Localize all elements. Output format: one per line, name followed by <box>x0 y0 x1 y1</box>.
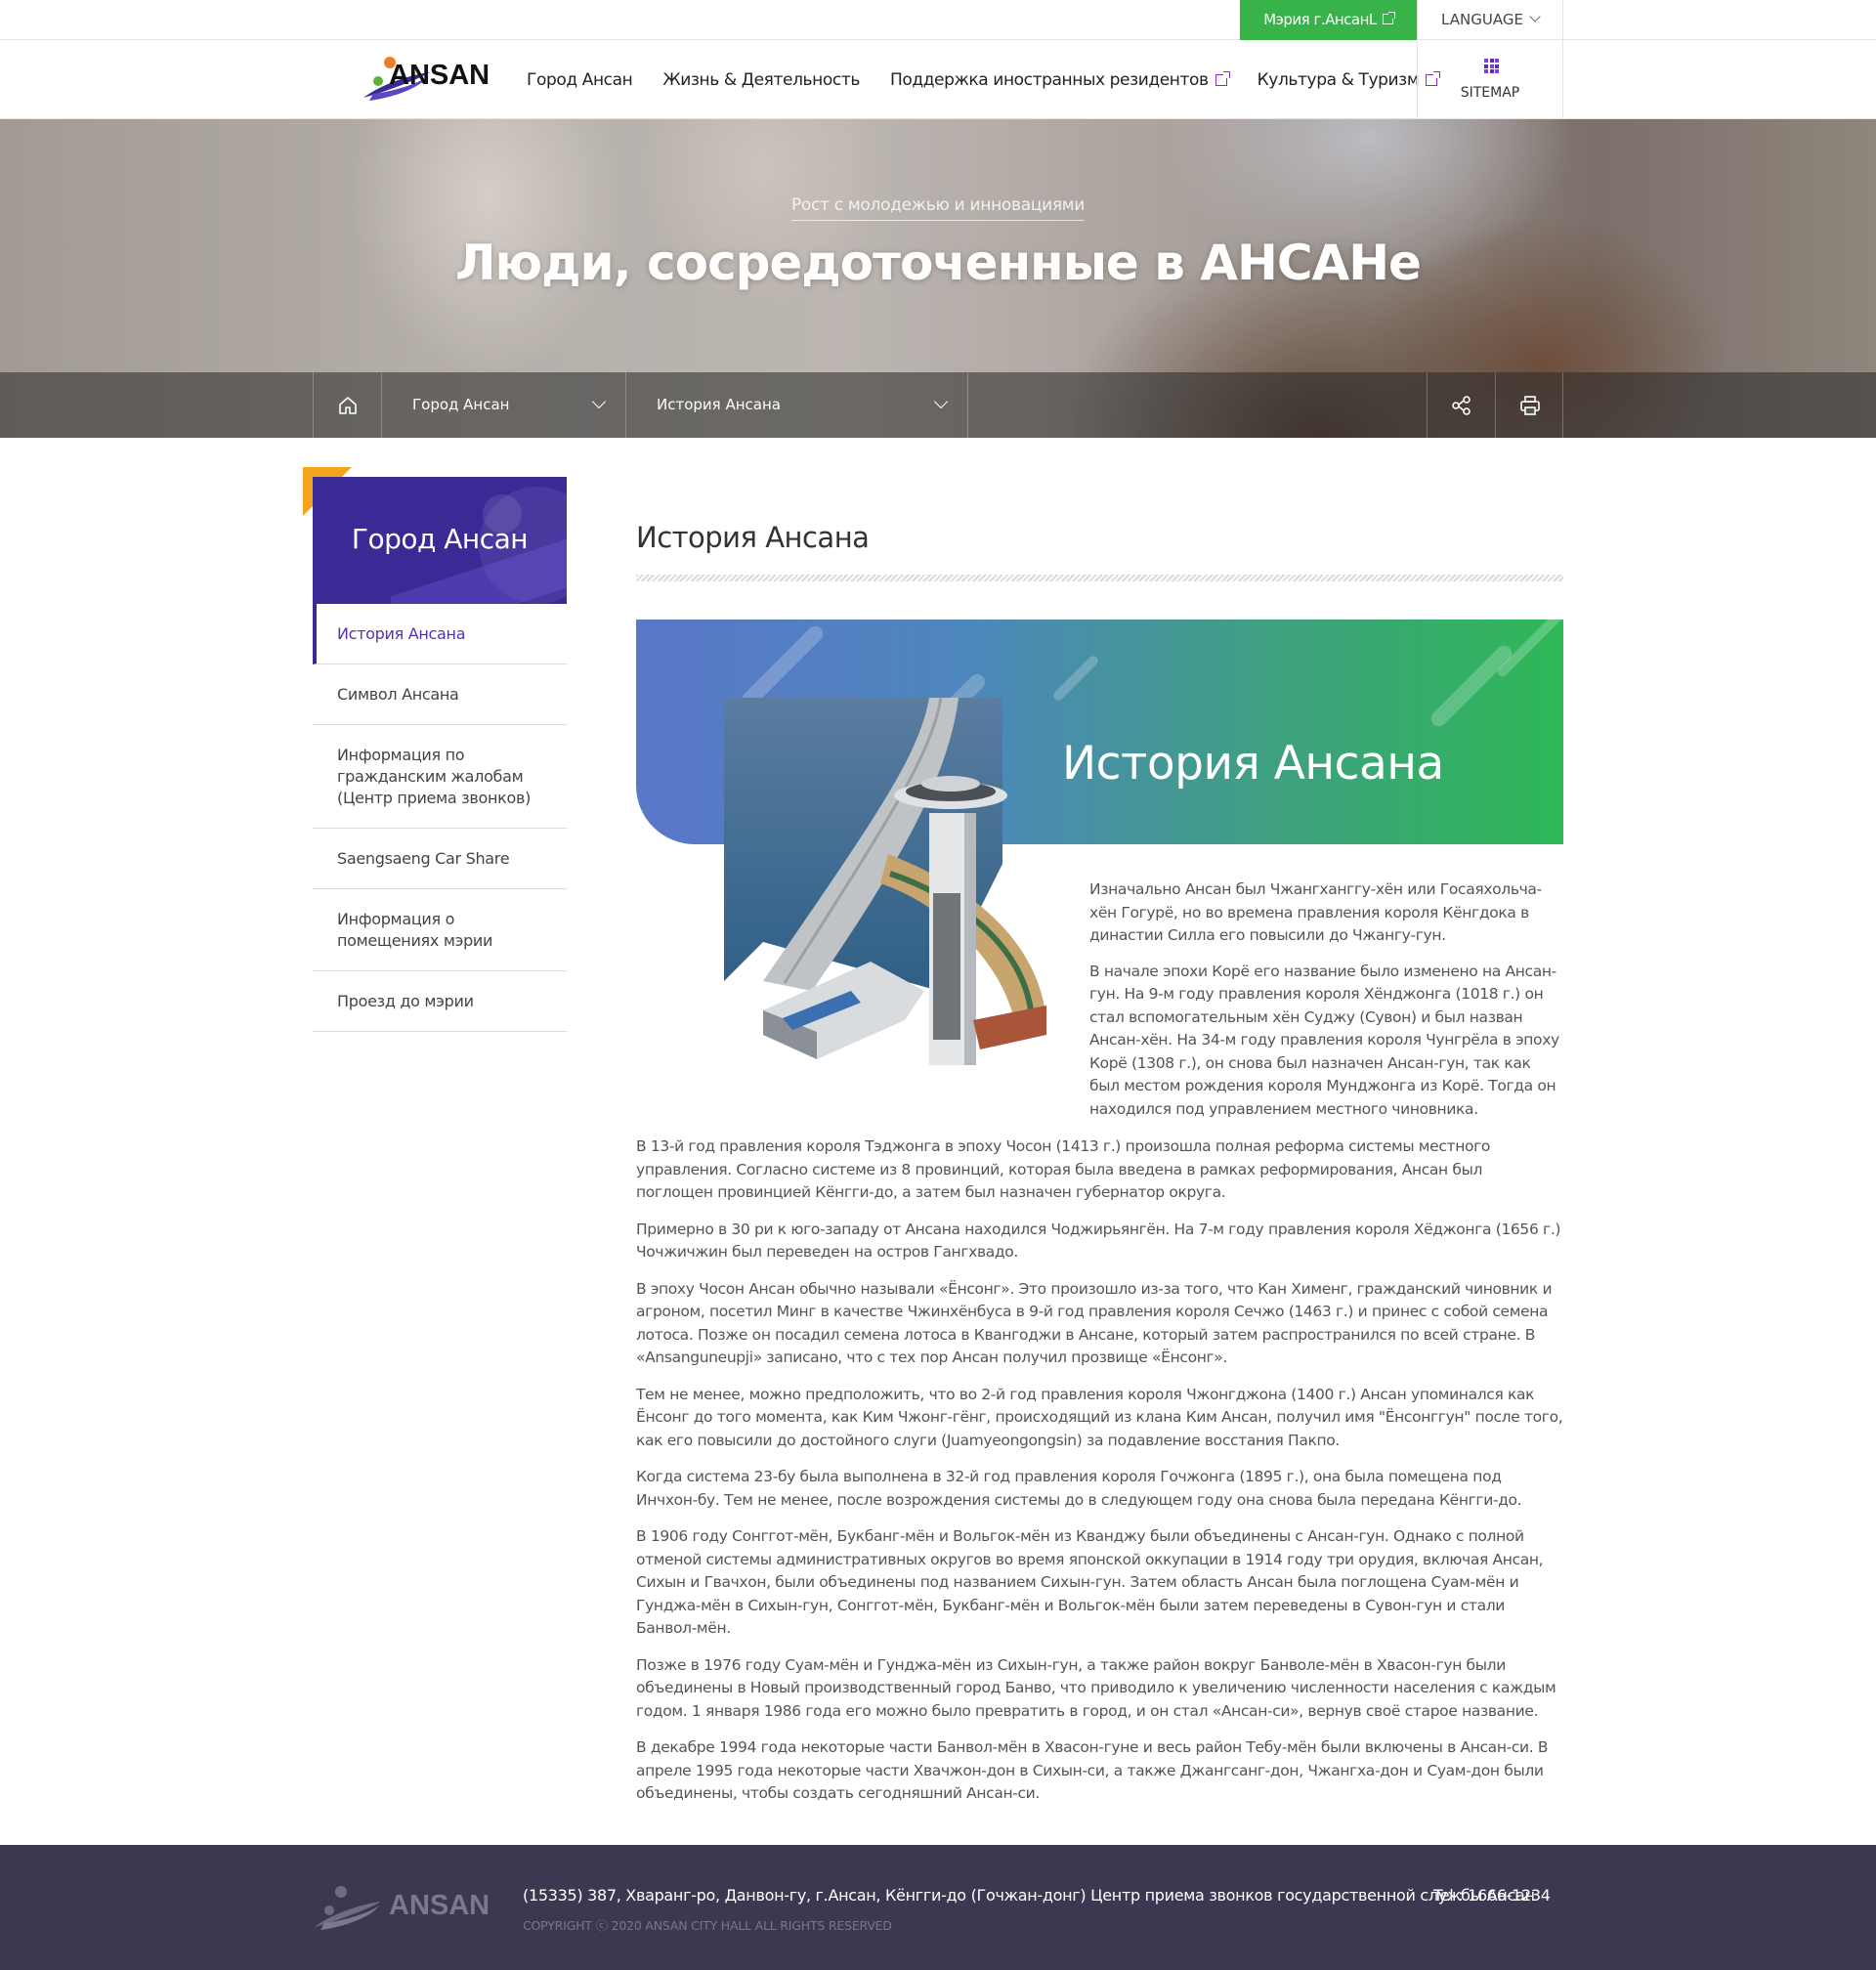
grid-icon <box>1484 59 1499 73</box>
page-title: История Ансана <box>636 521 870 554</box>
side-menu-title: Город Ансан <box>351 523 529 555</box>
footer-address: (15335) 387, Хваранг-ро, Данвон-гу, г.Ан… <box>523 1886 1535 1905</box>
nav-item-city[interactable]: Город Ансан <box>527 69 633 90</box>
external-link-icon <box>1382 12 1395 24</box>
language-label: LANGUAGE <box>1441 11 1523 28</box>
title-divider <box>636 575 1563 581</box>
banner-title: История Ансана <box>1062 737 1444 791</box>
nav-item-culture[interactable]: Культура & Туризм <box>1257 69 1441 90</box>
print-icon <box>1520 396 1540 415</box>
utility-bar: Мэрия г.АнсанL LANGUAGE <box>0 0 1876 40</box>
location-dropdown-1[interactable]: Город Ансан <box>381 372 625 438</box>
external-link-icon <box>1215 70 1230 86</box>
location-dropdown-2[interactable]: История Ансана <box>625 372 968 438</box>
body-paragraph: Примерно в 30 ри к юго-западу от Ансана … <box>636 1220 1561 1262</box>
body-paragraph: В 13-й год правления короля Тэджонга в э… <box>636 1137 1491 1201</box>
chevron-down-icon <box>1529 11 1541 22</box>
sitemap-button[interactable]: SITEMAP <box>1417 40 1563 119</box>
footer-tel: Tel : 1666-1234 <box>1433 1886 1551 1905</box>
sidebar-item-history[interactable]: История Ансана <box>313 604 567 664</box>
intro-text: Изначально Ансан был Чжангханггу-хён или… <box>1089 878 1563 1134</box>
site-footer: ANSAN (15335) 387, Хваранг-ро, Данвон-гу… <box>0 1845 1876 1970</box>
chevron-down-icon <box>591 394 607 409</box>
footer-copyright: COPYRIGHT ⓒ 2020 ANSAN CITY HALL ALL RIG… <box>523 1918 892 1933</box>
sidebar-item-car-share[interactable]: Saengsaeng Car Share <box>313 829 567 889</box>
side-menu-header: Город Ансан <box>313 477 567 604</box>
sitemap-label: SITEMAP <box>1460 85 1520 101</box>
nav-item-foreign-support[interactable]: Поддержка иностранных резидентов <box>889 69 1230 90</box>
footer-logo-text: ANSAN <box>389 1890 490 1921</box>
location-level-2: История Ансана <box>657 396 781 413</box>
location-level-1: Город Ансан <box>412 396 510 413</box>
hero-subtitle: Рост с молодежью и инновациями <box>0 195 1876 221</box>
body-paragraph: В декабре 1994 года некоторые части Банв… <box>636 1738 1549 1802</box>
sidebar-item-directions[interactable]: Проезд до мэрии <box>313 971 567 1032</box>
body-paragraph: Когда система 23-бу была выполнена в 32-… <box>636 1468 1522 1509</box>
sihwa-tower-photo <box>724 698 1046 1065</box>
content-header: История Ансана <box>636 521 1563 581</box>
sidebar-item-complaints[interactable]: Информация по гражданским жалобам (Центр… <box>313 725 567 829</box>
body-paragraph: Тем не менее, можно предположить, что во… <box>636 1385 1563 1449</box>
logo-text[interactable]: ANSAN <box>389 60 490 92</box>
sidebar-item-symbol[interactable]: Символ Ансана <box>313 664 567 725</box>
body-paragraph: В эпоху Чосон Ансан обычно называли «Ёнс… <box>636 1279 1553 1367</box>
hero-title: Люди, сосредоточенные в АНСАНе <box>455 235 1422 291</box>
nav-item-label: Город Ансан <box>527 69 633 90</box>
ansan-logo-icon <box>315 1886 381 1930</box>
mayor-link-label: Мэрия г.АнсанL <box>1263 11 1377 28</box>
nav-item-life[interactable]: Жизнь & Деятельность <box>662 70 860 90</box>
location-bar: Город Ансан История Ансана <box>0 372 1876 438</box>
home-icon <box>339 397 357 414</box>
nav-item-label: Жизнь & Деятельность <box>662 69 860 90</box>
body-paragraph: В 1906 году Сонггот-мён, Букбанг-мён и В… <box>636 1527 1544 1637</box>
intro-paragraph: Изначально Ансан был Чжангханггу-хён или… <box>1089 880 1542 944</box>
nav-item-label: Культура & Туризм <box>1257 69 1420 90</box>
site-header: ANSAN Город Ансан Жизнь & Деятельность П… <box>0 40 1876 119</box>
nav-item-label: Поддержка иностранных резидентов <box>889 69 1209 90</box>
print-button[interactable] <box>1495 372 1563 438</box>
history-text: В 13-й год правления короля Тэджонга в э… <box>636 1135 1563 1820</box>
mayor-link[interactable]: Мэрия г.АнсанL <box>1240 0 1417 40</box>
home-button[interactable] <box>313 372 381 438</box>
chevron-down-icon <box>933 394 949 409</box>
share-icon <box>1452 396 1471 415</box>
sidebar-item-facilities[interactable]: Информация о помещениях мэрии <box>313 889 567 971</box>
side-menu: Город Ансан История Ансана Символ Ансана… <box>313 477 567 1032</box>
share-button[interactable] <box>1427 372 1495 438</box>
language-selector[interactable]: LANGUAGE <box>1417 0 1563 40</box>
intro-paragraph: В начале эпохи Корё его название было из… <box>1089 962 1559 1118</box>
body-paragraph: Позже в 1976 году Суам-мён и Гунджа-мён … <box>636 1655 1556 1720</box>
main-nav: Город Ансан Жизнь & Деятельность Поддерж… <box>527 40 1468 119</box>
